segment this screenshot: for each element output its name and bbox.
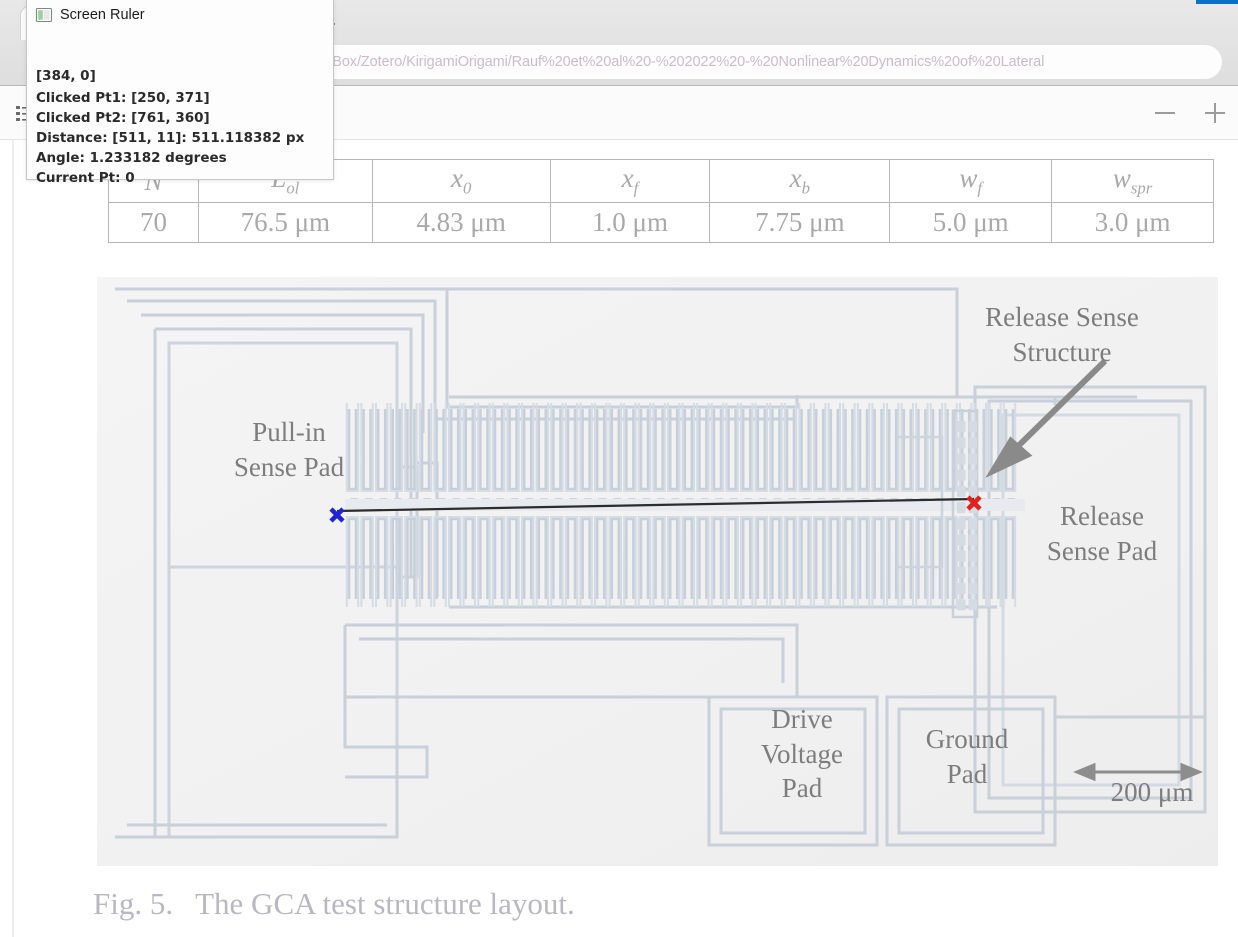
table-header-cell: wf [889, 159, 1053, 203]
pdf-page: N Lol x0 xf xb wf wspr 70 76.5 μm 4.83 μ… [0, 140, 1238, 937]
address-bar-url: C:/Users/ahadrauf/Box/Zotero/KirigamiOri… [212, 54, 1045, 70]
table-cell-Lol: 76.5 μm [197, 202, 373, 243]
table-cell-wf: 5.0 μm [889, 202, 1053, 243]
screen-root: N Lol x0 xf xb wf wspr 70 76.5 μm 4.83 μ… [0, 0, 1238, 937]
figure-label-drive-voltage-pad: Drive Voltage Pad [761, 704, 843, 804]
table-cell-N: 70 [108, 202, 199, 243]
ruler-end-marker [964, 493, 984, 513]
table-header-cell: xb [709, 159, 891, 203]
screen-ruler-readout: [384, 0] Clicked Pt1: [250, 371] Clicked… [27, 30, 333, 184]
screen-ruler-glyph [35, 7, 53, 23]
page-left-rule [12, 140, 14, 937]
table-header-cell: x0 [371, 159, 551, 203]
ruler-clicked-pt1: Clicked Pt1: [250, 371] [36, 90, 210, 106]
table-header-cell: xf [549, 159, 711, 203]
ruler-distance: Distance: [511, 11]: 511.118382 px [36, 130, 305, 146]
table-cell-xb: 7.75 μm [709, 202, 891, 243]
figure-label-scale-bar: 200 μm [1110, 777, 1194, 807]
figure-label-release-sense-structure: Release Sense Structure [985, 302, 1139, 367]
zoom-in-button[interactable] [1200, 98, 1230, 128]
figure-label-pull-in-sense-pad: Pull-in Sense Pad [233, 417, 345, 482]
ruler-angle: Angle: 1.233182 degrees [36, 150, 227, 166]
table-cell-wspr: 3.0 μm [1051, 202, 1214, 243]
table-value-row: 70 76.5 μm 4.83 μm 1.0 μm 7.75 μm 5.0 μm… [108, 202, 1214, 243]
screen-ruler-icon [35, 6, 53, 24]
ruler-start-marker [327, 505, 347, 525]
table-cell-x0: 4.83 μm [371, 202, 551, 243]
figure-gca-layout: Pull-in Sense Pad Release Sense Structur… [97, 277, 1218, 866]
screen-ruler-title: Screen Ruler [60, 7, 145, 23]
screen-ruler-window[interactable]: Screen Ruler [384, 0] Clicked Pt1: [250,… [26, 0, 334, 185]
ruler-cursor-position: [384, 0] [36, 68, 96, 84]
screen-ruler-titlebar[interactable]: Screen Ruler [27, 0, 333, 30]
figure-label-ground-pad: Ground Pad [925, 724, 1009, 789]
ruler-current-pt: Current Pt: 0 [36, 170, 135, 186]
figure-caption-number: Fig. 5. [93, 886, 174, 921]
ruler-clicked-pt2: Clicked Pt2: [761, 360] [36, 110, 210, 126]
figure-label-release-sense-pad: Release Sense Pad [1046, 501, 1158, 566]
table-cell-xf: 1.0 μm [549, 202, 711, 243]
zoom-out-button[interactable] [1150, 98, 1180, 128]
figure-caption: Fig. 5. The GCA test structure layout. [93, 886, 1093, 922]
table-header-cell: wspr [1051, 159, 1214, 203]
figure-caption-text: The GCA test structure layout. [195, 886, 575, 921]
